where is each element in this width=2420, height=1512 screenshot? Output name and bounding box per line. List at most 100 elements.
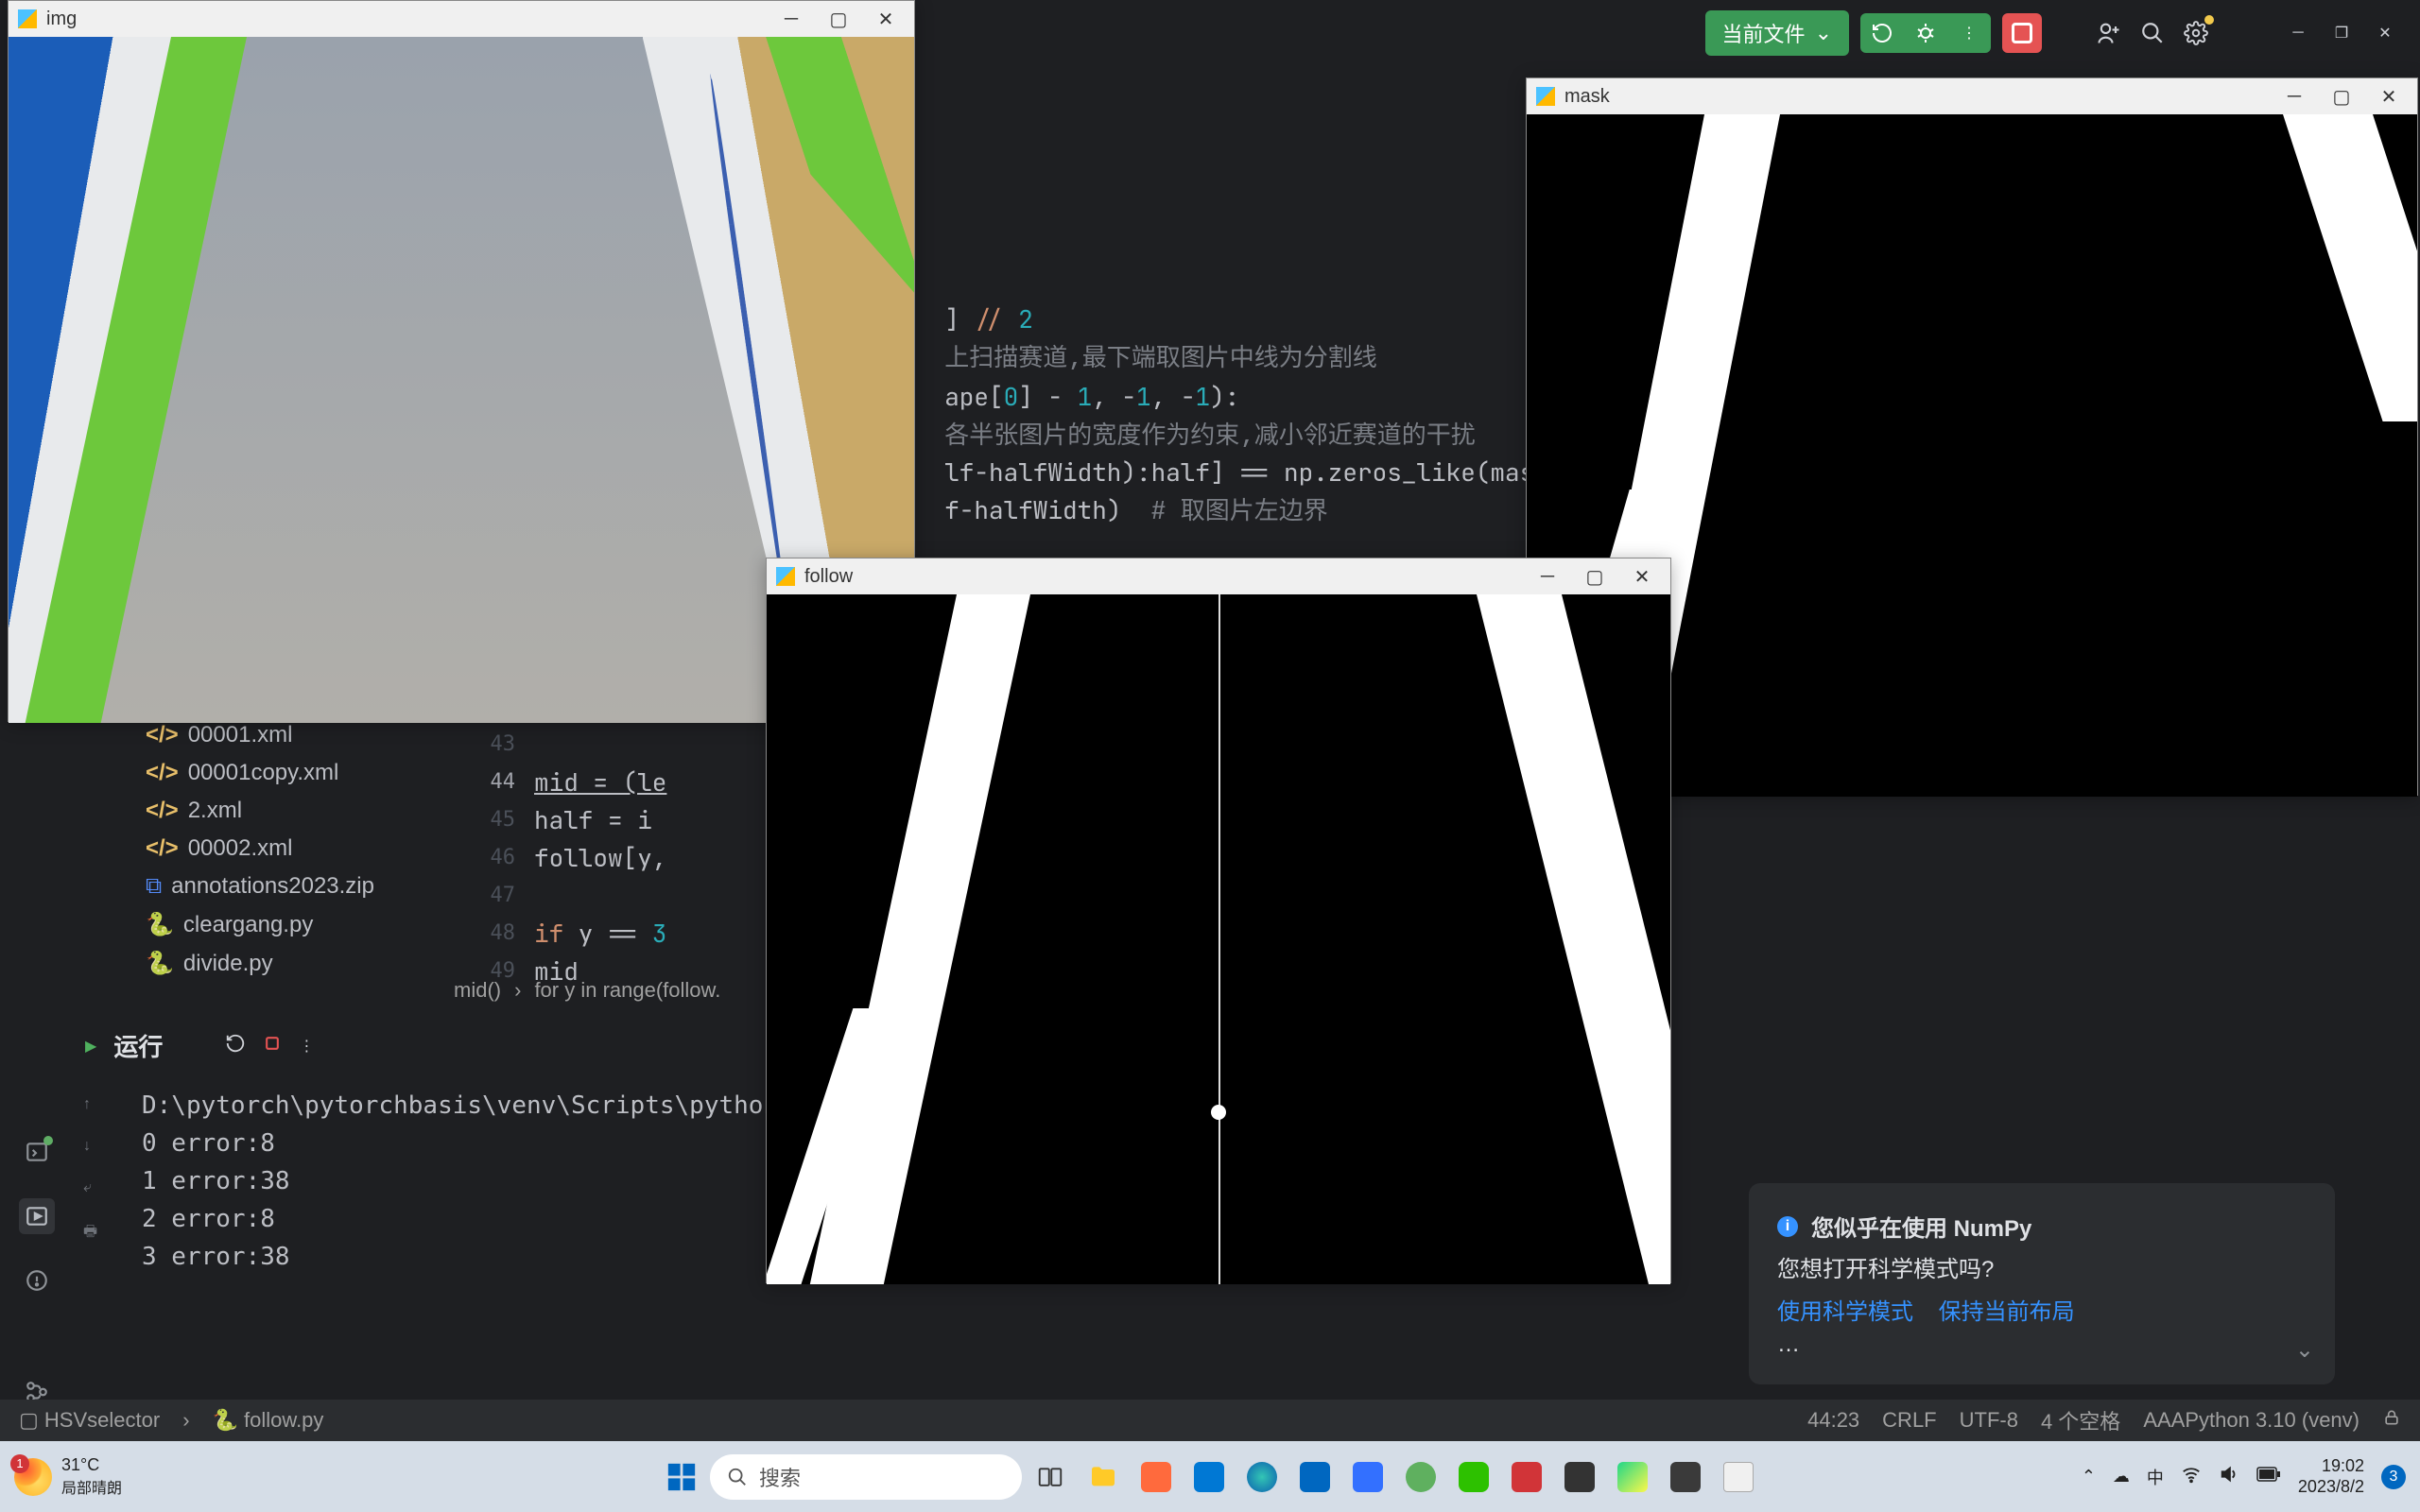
cursor-position[interactable]: 44:23 [1807,1408,1859,1433]
chevron-right-icon: › [182,1408,189,1433]
indent-setting[interactable]: 4 个空格 [2041,1405,2120,1435]
close-icon[interactable]: ✕ [2370,82,2408,111]
file-label: 00001.xml [188,722,293,748]
app4-icon[interactable] [1555,1452,1604,1502]
lock-icon[interactable] [2382,1408,2401,1433]
minimize-icon[interactable]: ─ [2275,82,2313,111]
taskbar-center: 搜索 [657,1452,1763,1502]
explorer-icon[interactable] [1079,1452,1128,1502]
chevron-down-icon[interactable]: ⌄ [2295,1336,2314,1364]
app5-icon[interactable] [1661,1452,1710,1502]
stop-icon [2012,23,2032,43]
wifi-icon[interactable] [2181,1464,2202,1489]
notif-link-scientific[interactable]: 使用科学模式 [1777,1299,1913,1325]
app2-icon[interactable] [1290,1452,1340,1502]
debug-icon[interactable] [1910,17,1942,49]
project-selector[interactable]: ▢ HSVselector [19,1408,160,1433]
gutter-line: 45 [458,801,515,839]
file-item[interactable]: 🐍cleargang.py [142,905,425,944]
file-label: divide.py [183,951,273,977]
img-titlebar[interactable]: img ─ ▢ ✕ [9,1,914,37]
print-icon[interactable]: 🖶 [83,1221,97,1246]
file-tree[interactable]: </> 00001.xml </>00001copy.xml </>2.xml <… [142,716,425,983]
file-encoding[interactable]: UTF-8 [1960,1408,2018,1433]
minimize-icon[interactable]: ─ [772,5,810,33]
file-item[interactable]: </>00002.xml [142,830,425,868]
run-output[interactable]: D:\pytorch\pytorchbasis\venv\Scripts\pyt… [142,1087,822,1276]
line-separator[interactable]: CRLF [1882,1408,1936,1433]
settings-icon[interactable] [2180,17,2212,49]
problems-icon[interactable] [19,1263,55,1298]
feishu-icon[interactable] [1343,1452,1392,1502]
file-item[interactable]: </>00001copy.xml [142,754,425,792]
scroll-down-icon[interactable]: ↓ [83,1138,97,1155]
breadcrumb-fn[interactable]: mid() [454,978,501,1003]
minimize-window-icon[interactable]: ─ [2282,17,2314,49]
maximize-window-icon[interactable]: ❐ [2325,17,2358,49]
run-config-dropdown[interactable]: 当前文件 ⌄ [1705,10,1849,56]
mask-title: mask [1564,86,1610,108]
output-line: 3 error:38 [142,1238,822,1276]
maximize-icon[interactable]: ▢ [820,5,857,33]
file-item[interactable]: 🐍divide.py [142,944,425,983]
browser-icon[interactable] [1396,1452,1445,1502]
run-controls: ↑ ↓ ⤶ 🖶 [83,1096,97,1246]
run-tool-icon[interactable] [19,1198,55,1234]
notif-link-keep[interactable]: 保持当前布局 [1939,1299,2075,1325]
notification-badge[interactable]: 3 [2381,1465,2406,1489]
weather-temp: 31°C [61,1455,122,1475]
output-line: 2 error:8 [142,1200,822,1238]
follow-titlebar[interactable]: follow ─ ▢ ✕ [767,558,1670,594]
mask-titlebar[interactable]: mask ─ ▢ ✕ [1527,78,2417,114]
close-window-icon[interactable]: ✕ [2369,17,2401,49]
editor-lines[interactable]: mid = (le half = i follow[y, if y == 3 m… [534,726,666,990]
onedrive-icon[interactable]: ☁ [2113,1467,2130,1486]
python-interpreter[interactable]: AAAPython 3.10 (venv) [2143,1408,2360,1433]
follow-window[interactable]: follow ─ ▢ ✕ [766,558,1671,1283]
more-icon[interactable]: ⋮ [299,1037,314,1056]
pycharm-icon[interactable] [1608,1452,1657,1502]
current-file[interactable]: 🐍 follow.py [213,1408,324,1433]
python-window-icon[interactable] [1714,1452,1763,1502]
rerun-icon[interactable] [225,1033,246,1058]
file-label: 00001copy.xml [188,760,339,786]
tray-chevron-icon[interactable]: ⌃ [2082,1467,2096,1486]
vscode-icon[interactable] [1184,1452,1234,1502]
scroll-up-icon[interactable]: ↑ [83,1096,97,1113]
file-item[interactable]: ⧉annotations2023.zip [142,868,425,905]
stop-icon-small[interactable] [263,1034,282,1057]
app-icon[interactable] [1132,1452,1181,1502]
battery-icon[interactable] [2256,1467,2281,1486]
taskview-icon[interactable] [1026,1452,1075,1502]
search-everywhere-icon[interactable] [2136,17,2169,49]
more-icon[interactable]: ⋮ [1953,17,1985,49]
code-with-me-icon[interactable] [2093,17,2125,49]
editor-gutter[interactable]: 43 44 45 46 47 48 49 [458,726,515,990]
soft-wrap-icon[interactable]: ⤶ [83,1179,97,1196]
notif-more[interactable]: … [1777,1332,2307,1358]
file-item[interactable]: </>2.xml [142,792,425,830]
rerun-icon[interactable] [1866,17,1898,49]
taskbar-search[interactable]: 搜索 [710,1454,1022,1500]
xml-icon: </> [146,798,179,824]
volume-icon[interactable] [2219,1464,2239,1489]
breadcrumb-loop[interactable]: for y in range(follow. [534,978,720,1003]
close-icon[interactable]: ✕ [1623,562,1661,591]
output-line: 1 error:38 [142,1162,822,1200]
edge-icon[interactable] [1237,1452,1287,1502]
close-icon[interactable]: ✕ [867,5,905,33]
ime-indicator[interactable]: 中 [2147,1465,2164,1489]
minimize-icon[interactable]: ─ [1529,562,1566,591]
taskbar-clock[interactable]: 19:02 2023/8/2 [2298,1456,2364,1497]
app3-icon[interactable] [1502,1452,1551,1502]
output-line: 0 error:8 [142,1125,822,1162]
breadcrumb[interactable]: mid() › for y in range(follow. [454,978,720,1003]
start-button[interactable] [657,1452,706,1502]
wechat-icon[interactable] [1449,1452,1498,1502]
status-bar: ▢ HSVselector › 🐍 follow.py 44:23 CRLF U… [0,1400,2420,1441]
taskbar-weather[interactable]: 1 31°C 局部晴朗 [14,1455,122,1498]
stop-button[interactable] [2002,13,2042,53]
maximize-icon[interactable]: ▢ [1576,562,1614,591]
maximize-icon[interactable]: ▢ [2323,82,2360,111]
notif-title: 您似乎在使用 NumPy [1811,1210,2031,1243]
